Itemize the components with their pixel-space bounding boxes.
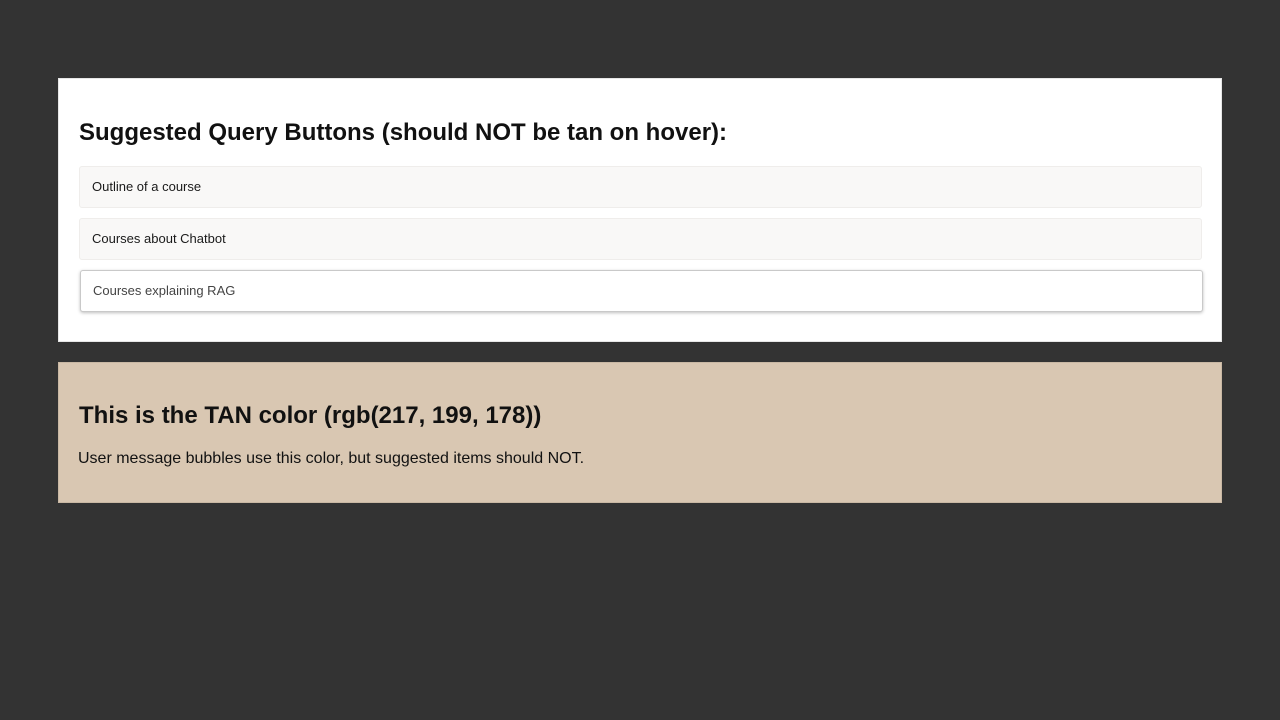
suggested-queries-heading: Suggested Query Buttons (should NOT be t… (79, 119, 728, 146)
suggested-queries-list: Outline of a course Courses about Chatbo… (79, 166, 1203, 322)
tan-color-sample-panel: This is the TAN color (rgb(217, 199, 178… (58, 362, 1222, 503)
suggested-query-button[interactable]: Courses about Chatbot (79, 218, 1202, 260)
tan-color-description: User message bubbles use this color, but… (78, 450, 585, 467)
suggested-queries-panel: Suggested Query Buttons (should NOT be t… (58, 78, 1222, 342)
tan-color-heading: This is the TAN color (rgb(217, 199, 178… (79, 402, 542, 429)
suggested-query-button[interactable]: Outline of a course (79, 166, 1202, 208)
suggested-query-button[interactable]: Courses explaining RAG (80, 270, 1203, 312)
